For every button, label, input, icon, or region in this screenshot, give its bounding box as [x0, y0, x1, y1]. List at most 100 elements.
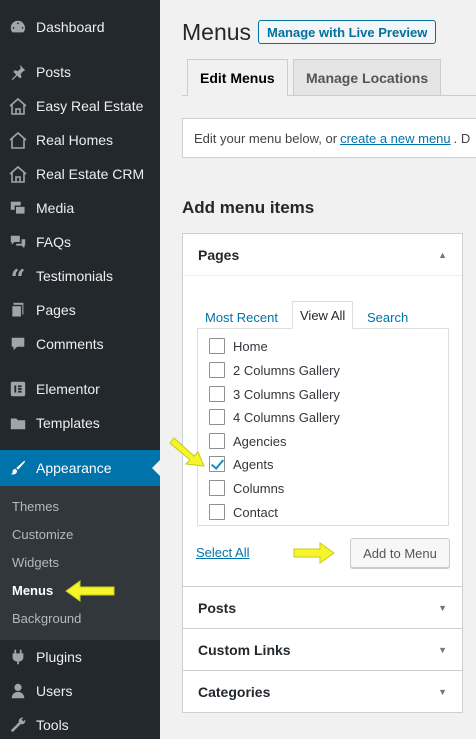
- sidebar-item-templates[interactable]: Templates: [0, 406, 160, 440]
- sidebar-label: Elementor: [36, 381, 100, 397]
- list-item[interactable]: Columns: [209, 480, 284, 496]
- sidebar-item-plugins[interactable]: Plugins: [0, 640, 160, 674]
- sidebar-item-testimonials[interactable]: “ Testimonials: [0, 259, 160, 293]
- page-label: Columns: [233, 480, 285, 496]
- sidebar-item-media[interactable]: Media: [0, 191, 160, 225]
- tab-view-all[interactable]: View All: [292, 301, 354, 329]
- add-menu-items-heading: Add menu items: [182, 198, 315, 217]
- sidebar-label: Testimonials: [36, 268, 114, 284]
- categories-panel-header[interactable]: Categories ▼: [183, 671, 462, 713]
- annotation-arrow-icon: [293, 542, 335, 564]
- sidebar-item-real-estate-crm[interactable]: Real Estate CRM: [0, 157, 160, 191]
- sidebar-item-pages[interactable]: Pages: [0, 293, 160, 327]
- posts-panel[interactable]: Posts ▼: [182, 586, 463, 629]
- sidebar-label: Tools: [36, 717, 69, 733]
- page-checkbox[interactable]: [209, 433, 225, 449]
- dashboard-icon: [0, 18, 36, 36]
- create-new-menu-link[interactable]: create a new menu: [340, 131, 451, 146]
- tab-edit-menus[interactable]: Edit Menus: [187, 59, 288, 96]
- active-indicator: [152, 460, 160, 476]
- posts-panel-header[interactable]: Posts ▼: [183, 587, 462, 629]
- sidebar-item-users[interactable]: Users: [0, 674, 160, 708]
- page-checkbox-checked[interactable]: [209, 456, 225, 472]
- pages-icon: [0, 301, 36, 319]
- sidebar-label: Plugins: [36, 649, 82, 665]
- appearance-submenu: Themes Customize Widgets Menus Backgroun…: [0, 486, 160, 640]
- pages-panel: Pages ▲ Most Recent View All Search Home…: [182, 233, 463, 587]
- manage-live-preview-button[interactable]: Manage with Live Preview: [258, 20, 437, 44]
- custom-links-panel[interactable]: Custom Links ▼: [182, 628, 463, 671]
- sidebar-label: Users: [36, 683, 73, 699]
- sidebar-item-comments[interactable]: Comments: [0, 327, 160, 361]
- brush-icon: [0, 459, 36, 477]
- submenu-item-themes[interactable]: Themes: [12, 499, 59, 514]
- categories-panel[interactable]: Categories ▼: [182, 670, 463, 713]
- custom-links-panel-header[interactable]: Custom Links ▼: [183, 629, 462, 671]
- triangle-up-icon: ▲: [438, 249, 447, 260]
- user-icon: [0, 682, 36, 700]
- submenu-item-menus[interactable]: Menus: [12, 583, 53, 598]
- page-checklist[interactable]: Home 2 Columns Gallery 3 Columns Gallery…: [197, 328, 449, 526]
- media-icon: [0, 199, 36, 217]
- sidebar-label: Posts: [36, 64, 72, 80]
- list-item[interactable]: Agencies: [209, 433, 286, 449]
- notice-text-suffix: . D: [453, 130, 471, 146]
- submenu-item-customize[interactable]: Customize: [12, 527, 73, 542]
- elementor-icon: [0, 380, 36, 398]
- page-checkbox[interactable]: [209, 338, 225, 354]
- sidebar-label: Appearance: [36, 460, 112, 476]
- page-checkbox[interactable]: [209, 386, 225, 402]
- plug-icon: [0, 648, 36, 666]
- sidebar-item-elementor[interactable]: Elementor: [0, 372, 160, 406]
- page-label: 2 Columns Gallery: [233, 362, 340, 378]
- wrench-icon: [0, 716, 36, 734]
- house-icon: [0, 130, 36, 150]
- page-checkbox[interactable]: [209, 504, 225, 520]
- annotation-arrow-icon: [65, 580, 115, 602]
- list-item[interactable]: Home: [209, 338, 268, 354]
- submenu-item-widgets[interactable]: Widgets: [12, 555, 59, 570]
- page-checkbox[interactable]: [209, 362, 225, 378]
- notice-text: Edit your menu below, or: [194, 130, 338, 146]
- sidebar-label: Real Estate CRM: [36, 166, 145, 182]
- sidebar-item-tools[interactable]: Tools: [0, 708, 160, 739]
- sidebar-item-appearance[interactable]: Appearance: [0, 450, 160, 486]
- list-item[interactable]: 4 Columns Gallery: [209, 409, 340, 425]
- list-item[interactable]: Agents: [209, 456, 273, 472]
- page-label: Agencies: [233, 433, 287, 449]
- sidebar-label: Media: [36, 200, 75, 216]
- page-label: Agents: [233, 456, 274, 472]
- chat-icon: [0, 233, 36, 251]
- posts-panel-title: Posts: [198, 600, 237, 616]
- page-label: Contact: [233, 504, 278, 520]
- sidebar-label: Templates: [36, 415, 100, 431]
- pin-icon: [0, 63, 36, 81]
- sidebar-item-dashboard[interactable]: Dashboard: [0, 10, 160, 44]
- page-checkbox[interactable]: [209, 409, 225, 425]
- list-item[interactable]: 3 Columns Gallery: [209, 386, 340, 402]
- page-label: Home: [233, 338, 268, 354]
- sidebar-label: Real Homes: [36, 132, 114, 148]
- page-label: 3 Columns Gallery: [233, 386, 340, 402]
- add-to-menu-button[interactable]: Add to Menu: [350, 538, 450, 568]
- annotation-arrow-icon: [169, 437, 205, 467]
- tab-manage-locations[interactable]: Manage Locations: [293, 59, 442, 95]
- house-icon: [0, 96, 36, 116]
- select-all-link[interactable]: Select All: [196, 545, 249, 560]
- tab-most-recent[interactable]: Most Recent: [200, 304, 283, 330]
- sidebar-label: Pages: [36, 302, 76, 318]
- pages-panel-title: Pages: [198, 246, 240, 263]
- sidebar-item-easy-real-estate[interactable]: Easy Real Estate: [0, 89, 160, 123]
- pages-panel-header[interactable]: Pages ▲: [183, 234, 462, 276]
- list-item[interactable]: Contact: [209, 504, 278, 520]
- sidebar-item-posts[interactable]: Posts: [0, 55, 160, 89]
- page-title: Menus: [182, 19, 252, 45]
- tab-search[interactable]: Search: [362, 304, 413, 330]
- list-item[interactable]: 2 Columns Gallery: [209, 362, 340, 378]
- triangle-down-icon: ▼: [438, 603, 447, 613]
- sidebar-item-faqs[interactable]: FAQs: [0, 225, 160, 259]
- page-checkbox[interactable]: [209, 480, 225, 496]
- submenu-item-background[interactable]: Background: [12, 611, 81, 626]
- sidebar-item-real-homes[interactable]: Real Homes: [0, 123, 160, 157]
- quote-icon: “: [10, 265, 26, 295]
